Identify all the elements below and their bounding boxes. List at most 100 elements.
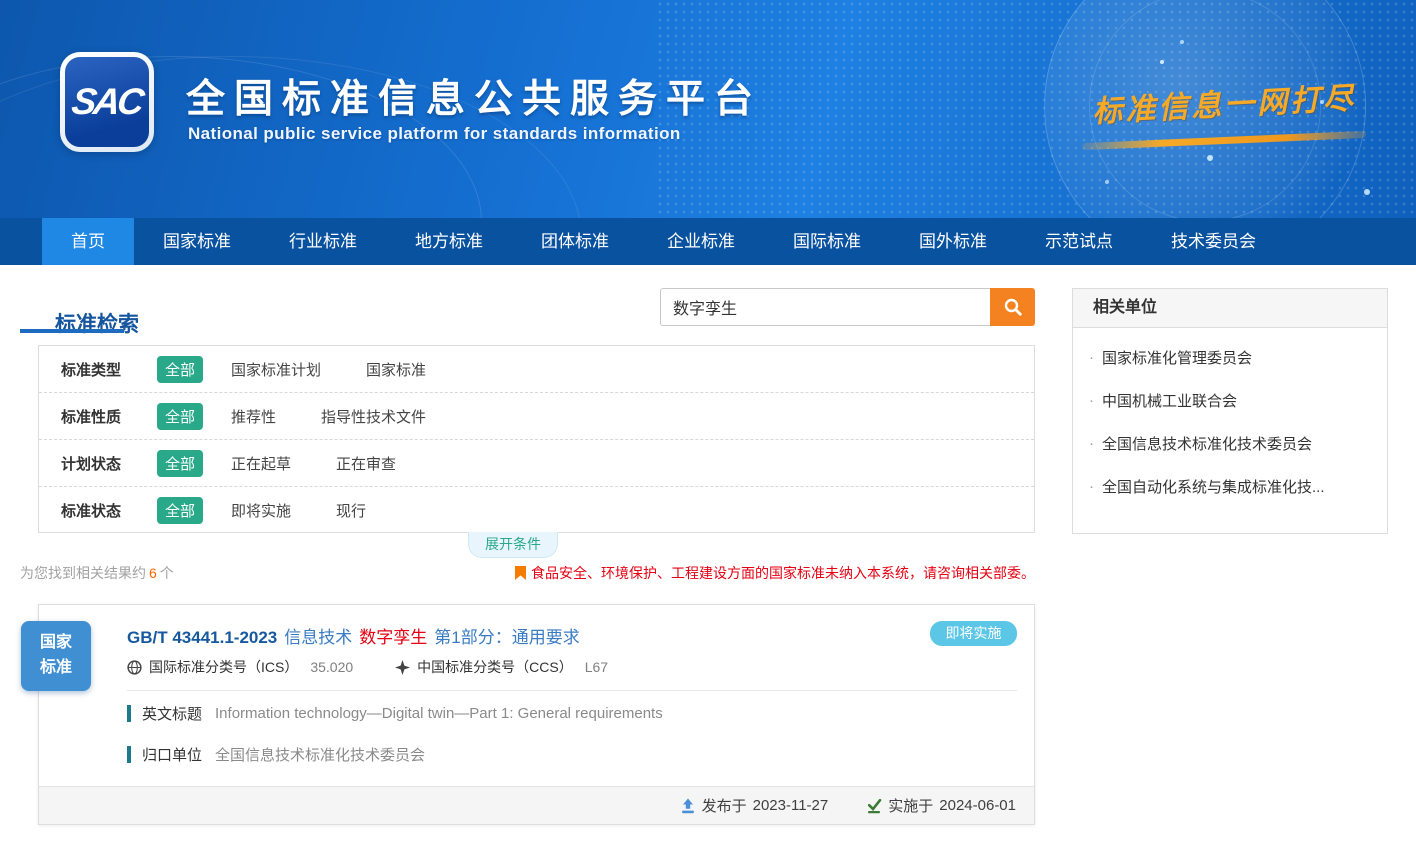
standard-code-link[interactable]: GB/T 43441.1-2023 xyxy=(127,628,277,648)
site-subtitle: National public service platform for sta… xyxy=(188,124,681,144)
filter-all-button[interactable]: 全部 xyxy=(157,356,203,383)
filter-option[interactable]: 指导性技术文件 xyxy=(321,406,426,427)
filter-label: 标准类型 xyxy=(61,359,157,380)
results-count: 为您找到相关结果约6个 xyxy=(20,563,174,583)
search-input[interactable] xyxy=(660,288,990,326)
type-badge-line2: 标准 xyxy=(40,656,72,681)
related-unit-label: 全国信息技术标准化技术委员会 xyxy=(1102,433,1312,454)
upload-icon xyxy=(680,798,696,814)
bullet-dot: · xyxy=(1089,349,1094,366)
related-unit-label: 全国自动化系统与集成标准化技... xyxy=(1102,476,1325,497)
related-unit-link[interactable]: · 全国自动化系统与集成标准化技... xyxy=(1073,465,1387,508)
filter-label: 标准状态 xyxy=(61,500,157,521)
nav-item-pilot-program[interactable]: 示范试点 xyxy=(1016,218,1142,265)
classification-row: 国际标准分类号（ICS） 35.020 中国标准分类号（CCS） L67 xyxy=(127,657,608,677)
status-badge: 即将实施 xyxy=(930,621,1017,646)
detail-label: 归口单位 xyxy=(142,744,202,765)
filter-option[interactable]: 正在起草 xyxy=(231,453,291,474)
page-title: 标准检索 xyxy=(55,308,139,338)
compass-icon xyxy=(395,660,410,675)
search-bar xyxy=(660,288,1035,326)
nav-item-industry-standards[interactable]: 行业标准 xyxy=(260,218,386,265)
bookmark-icon xyxy=(515,566,526,580)
card-footer: 发布于 2023-11-27 实施于 2024-06-01 xyxy=(39,786,1034,824)
related-unit-label: 国家标准化管理委员会 xyxy=(1102,347,1252,368)
bullet-dot: · xyxy=(1089,435,1094,452)
filter-row-standard-nature: 标准性质 全部 推荐性 指导性技术文件 xyxy=(39,393,1034,440)
nav-item-foreign-standards[interactable]: 国外标准 xyxy=(890,218,1016,265)
site-header: SAC 全国标准信息公共服务平台 National public service… xyxy=(0,0,1416,218)
standard-title-part2[interactable]: 第1部分：通用要求 xyxy=(434,623,579,648)
main-nav: 首页 国家标准 行业标准 地方标准 团体标准 企业标准 国际标准 国外标准 示范… xyxy=(0,218,1416,265)
standard-title: GB/T 43441.1-2023 信息技术 数字孪生 第1部分：通用要求 xyxy=(127,623,580,648)
result-card: 国家 标准 GB/T 43441.1-2023 信息技术 数字孪生 第1部分：通… xyxy=(38,604,1035,825)
filter-option[interactable]: 现行 xyxy=(336,500,366,521)
filter-option[interactable]: 国家标准计划 xyxy=(231,359,321,380)
implemented-date-item: 实施于 2024-06-01 xyxy=(866,795,1016,816)
nav-item-international-standards[interactable]: 国际标准 xyxy=(764,218,890,265)
standard-title-highlight[interactable]: 数字孪生 xyxy=(359,623,427,648)
related-units-title: 相关单位 xyxy=(1073,289,1387,328)
filter-row-standard-type: 标准类型 全部 国家标准计划 国家标准 xyxy=(39,346,1034,393)
filter-row-standard-status: 标准状态 全部 即将实施 现行 xyxy=(39,487,1034,533)
notice-text: 食品安全、环境保护、工程建设方面的国家标准未纳入本系统，请咨询相关部委。 xyxy=(531,563,1035,583)
results-count-prefix: 为您找到相关结果约 xyxy=(20,565,146,581)
nav-item-national-standards[interactable]: 国家标准 xyxy=(134,218,260,265)
filter-all-button[interactable]: 全部 xyxy=(157,450,203,477)
filter-label: 标准性质 xyxy=(61,406,157,427)
published-date: 2023-11-27 xyxy=(753,797,829,814)
page: SAC 全国标准信息公共服务平台 National public service… xyxy=(0,0,1416,845)
results-count-number: 6 xyxy=(149,565,157,581)
related-unit-link[interactable]: · 中国机械工业联合会 xyxy=(1073,379,1387,422)
related-unit-link[interactable]: · 全国信息技术标准化技术委员会 xyxy=(1073,422,1387,465)
sac-logo-inner: SAC xyxy=(65,57,149,147)
filter-option[interactable]: 推荐性 xyxy=(231,406,276,427)
bullet-dot: · xyxy=(1089,392,1094,409)
detail-label: 英文标题 xyxy=(142,703,202,724)
standard-title-part1[interactable]: 信息技术 xyxy=(284,623,352,648)
bullet-dot: · xyxy=(1089,478,1094,495)
detail-row-english-title: 英文标题 Information technology—Digital twin… xyxy=(127,703,663,724)
filter-all-button[interactable]: 全部 xyxy=(157,403,203,430)
filter-option[interactable]: 正在审查 xyxy=(336,453,396,474)
detail-row-competent-unit: 归口单位 全国信息技术标准化技术委员会 xyxy=(127,744,425,765)
related-units-list: · 国家标准化管理委员会 · 中国机械工业联合会 · 全国信息技术标准化技术委员… xyxy=(1073,336,1387,508)
page-title-underline xyxy=(20,329,124,333)
standard-type-badge: 国家 标准 xyxy=(21,621,91,691)
detail-value: Information technology—Digital twin—Part… xyxy=(215,705,663,722)
system-notice: 食品安全、环境保护、工程建设方面的国家标准未纳入本系统，请咨询相关部委。 xyxy=(515,563,1035,583)
published-label: 发布于 xyxy=(702,795,747,816)
related-units-panel: 相关单位 · 国家标准化管理委员会 · 中国机械工业联合会 · 全国信息技术标准… xyxy=(1072,288,1388,534)
globe-icon xyxy=(127,660,142,675)
related-unit-label: 中国机械工业联合会 xyxy=(1102,390,1237,411)
related-unit-link[interactable]: · 国家标准化管理委员会 xyxy=(1073,336,1387,379)
filter-option[interactable]: 即将实施 xyxy=(231,500,291,521)
ccs-label: 中国标准分类号（CCS） xyxy=(417,657,573,677)
site-title: 全国标准信息公共服务平台 xyxy=(186,68,762,124)
ics-value: 35.020 xyxy=(310,659,353,675)
results-count-suffix: 个 xyxy=(160,565,174,581)
spark-dots-decoration xyxy=(1160,60,1164,64)
filter-option[interactable]: 国家标准 xyxy=(366,359,426,380)
ccs-value: L67 xyxy=(585,659,608,675)
implemented-date: 2024-06-01 xyxy=(939,797,1016,814)
teal-marker-bar xyxy=(127,746,131,763)
sac-logo-text: SAC xyxy=(69,81,144,123)
expand-conditions-button[interactable]: 展开条件 xyxy=(468,532,558,558)
filter-row-plan-status: 计划状态 全部 正在起草 正在审查 xyxy=(39,440,1034,487)
search-button[interactable] xyxy=(990,288,1035,326)
filter-all-button[interactable]: 全部 xyxy=(157,497,203,524)
nav-item-enterprise-standards[interactable]: 企业标准 xyxy=(638,218,764,265)
card-divider xyxy=(127,690,1017,691)
filter-label: 计划状态 xyxy=(61,453,157,474)
ics-label: 国际标准分类号（ICS） xyxy=(149,657,298,677)
implemented-label: 实施于 xyxy=(888,795,933,816)
teal-marker-bar xyxy=(127,705,131,722)
detail-value: 全国信息技术标准化技术委员会 xyxy=(215,744,425,765)
nav-item-home[interactable]: 首页 xyxy=(42,218,134,265)
nav-item-local-standards[interactable]: 地方标准 xyxy=(386,218,512,265)
sac-logo[interactable]: SAC xyxy=(60,52,154,152)
nav-item-technical-committees[interactable]: 技术委员会 xyxy=(1142,218,1285,265)
nav-item-group-standards[interactable]: 团体标准 xyxy=(512,218,638,265)
check-icon xyxy=(866,798,882,814)
